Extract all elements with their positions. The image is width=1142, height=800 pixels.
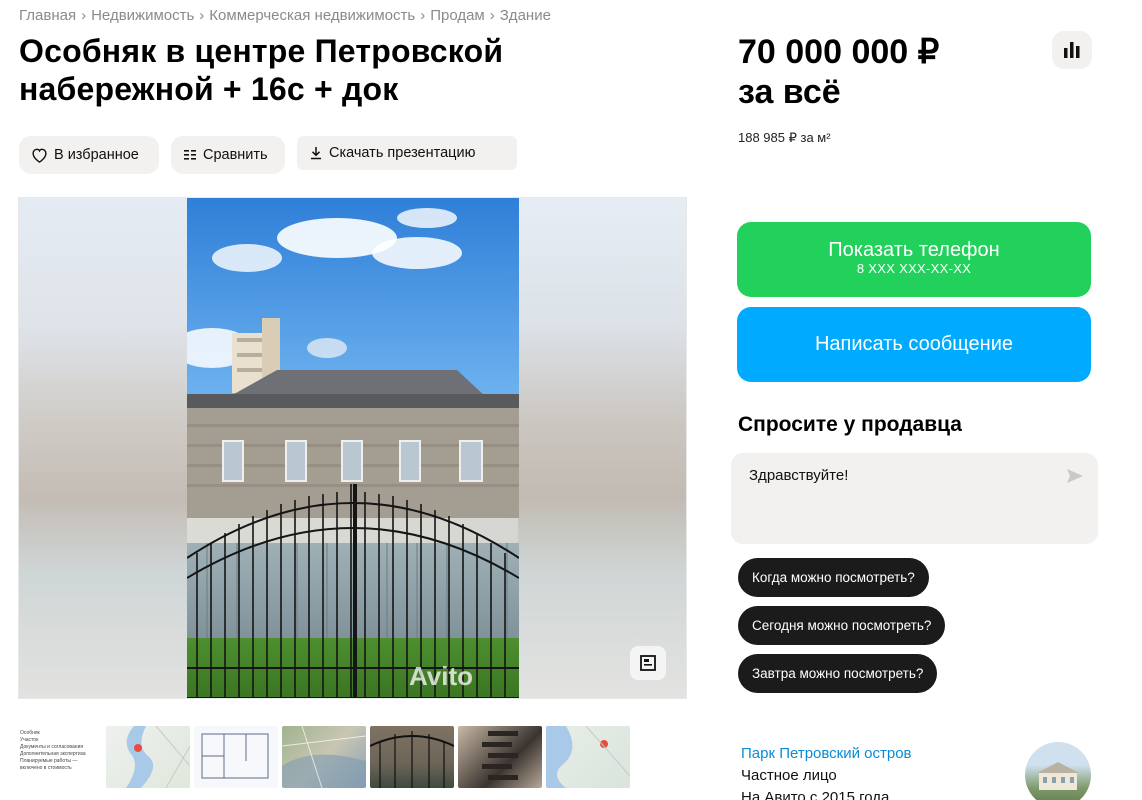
thumbnail-aerial[interactable] [282,726,366,788]
quick-question-chip[interactable]: Когда можно посмотреть? [738,558,929,597]
breadcrumb-separator: › [489,7,495,24]
gallery-blur-right [518,198,686,698]
download-icon [311,147,321,160]
show-phone-button[interactable]: Показать телефон 8 XXX XXX-XX-XX [737,222,1091,297]
gallery-blur-left [19,198,187,698]
listing-actions: В избранное Сравнить Скачать презентацию [19,136,517,174]
ask-seller-title: Спросите у продавца [738,413,962,436]
breadcrumb-building[interactable]: Здание [500,7,551,24]
heart-icon [32,148,47,163]
price-per-m2: 188 985 ₽ за м² [738,130,831,145]
thumbnail-map[interactable] [106,726,190,788]
compare-button[interactable]: Сравнить [171,136,285,174]
seller-avatar[interactable] [1025,742,1091,800]
thumb-doc-line: Участок [20,737,39,743]
show-phone-label: Показать телефон [828,239,1000,261]
quick-question-chip[interactable]: Сегодня можно посмотреть? [738,606,946,645]
price-suffix: за всё [738,73,841,111]
breadcrumb: Главная › Недвижимость › Коммерческая недвиж… [19,7,551,24]
ask-seller-input[interactable] [749,467,1049,484]
phone-mask: 8 XXX XXX-XX-XX [856,261,972,276]
photo-gallery[interactable]: Avito [18,197,687,699]
fullscreen-button[interactable] [630,646,666,680]
price-history-button[interactable] [1052,31,1092,69]
breadcrumb-commercial[interactable]: Коммерческая недвижимость [209,7,415,24]
price-amount: 70 000 000 ₽ [738,33,940,71]
expand-icon [640,655,656,671]
compare-label: Сравнить [203,147,268,163]
breadcrumb-realty[interactable]: Недвижимость [91,7,194,24]
thumb-doc-line: Планируемые работы — включено в стоимост… [20,758,78,771]
breadcrumb-sell[interactable]: Продам [430,7,485,24]
main-photo[interactable]: Avito [187,198,519,698]
breadcrumb-separator: › [81,7,87,24]
thumbnail-map-2[interactable] [546,726,630,788]
listing-title: Особняк в центре Петровской набережной +… [19,33,504,107]
write-message-button[interactable]: Написать сообщение [737,307,1091,382]
breadcrumb-separator: › [199,7,205,24]
thumb-doc-line: Дополнительная экспертиза [20,751,86,757]
thumbnail-strip: Особняк Участок Документы и согласования… [18,726,630,788]
download-presentation-button[interactable]: Скачать презентацию [297,136,517,170]
thumb-doc-line: Особняк [20,730,40,736]
breadcrumb-separator: › [420,7,426,24]
favorite-button[interactable]: В избранное [19,136,159,174]
breadcrumb-home[interactable]: Главная [19,7,76,24]
thumbnail-document[interactable]: Особняк Участок Документы и согласования… [18,726,102,788]
quick-question-chip[interactable]: Завтра можно посмотреть? [738,654,938,693]
favorite-label: В избранное [54,147,139,163]
thumbnail-floor-plan[interactable] [194,726,278,788]
avito-watermark: Avito [409,661,473,691]
thumbnail-staircase[interactable] [458,726,542,788]
download-label: Скачать презентацию [329,145,476,161]
seller-name-link[interactable]: Парк Петровский остров [741,745,912,762]
thumb-doc-line: Документы и согласования [20,744,84,750]
send-icon[interactable] [1066,468,1084,484]
seller-since: На Авито с 2015 года [741,789,890,800]
compare-icon [184,150,196,160]
bar-chart-icon [1064,42,1080,58]
thumbnail-gate[interactable] [370,726,454,788]
ask-seller-box [731,453,1098,544]
seller-type: Частное лицо [741,767,837,784]
